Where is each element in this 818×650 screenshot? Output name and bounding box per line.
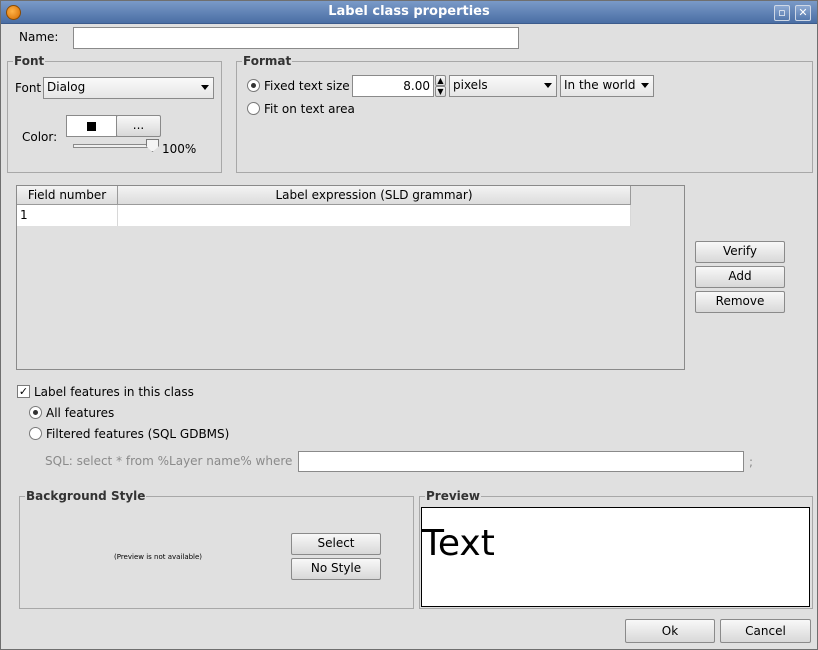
close-icon[interactable]: ✕: [795, 5, 811, 21]
reference-select[interactable]: In the world: [560, 75, 654, 97]
font-group-title: Font: [13, 54, 46, 68]
preview-canvas: Text: [421, 507, 810, 607]
filtered-features-radio[interactable]: [29, 427, 42, 440]
color-sample: [87, 122, 96, 131]
opacity-slider[interactable]: [73, 144, 153, 148]
filtered-features-label: Filtered features (SQL GDBMS): [46, 427, 230, 441]
spinner-up-icon[interactable]: ▲: [435, 75, 446, 86]
background-preview-note: (Preview is not available): [114, 553, 203, 561]
background-style-title: Background Style: [25, 489, 147, 503]
font-select[interactable]: Dialog: [43, 77, 214, 99]
window-title: Label class properties: [328, 4, 490, 19]
chevron-down-icon: [544, 83, 552, 88]
units-select[interactable]: pixels: [449, 75, 557, 97]
fixed-size-label: Fixed text size: [264, 79, 350, 93]
text-size-input[interactable]: 8.00: [352, 75, 434, 97]
reference-select-value: In the world: [564, 78, 636, 92]
color-picker-button[interactable]: ...: [116, 115, 161, 137]
all-features-label: All features: [46, 406, 115, 420]
table-cell-expression[interactable]: [118, 205, 631, 226]
table-header-label-expression[interactable]: Label expression (SLD grammar): [118, 186, 631, 205]
label-expression-table[interactable]: Field number Label expression (SLD gramm…: [16, 185, 685, 370]
preview-text: Text: [422, 523, 495, 564]
color-swatch[interactable]: [66, 115, 117, 137]
verify-button[interactable]: Verify: [695, 241, 785, 263]
name-input[interactable]: [73, 27, 519, 49]
font-select-value: Dialog: [47, 80, 86, 94]
select-style-button[interactable]: Select: [291, 533, 381, 555]
maximize-icon[interactable]: ▫: [774, 5, 790, 21]
color-label: Color:: [22, 130, 58, 144]
preview-title: Preview: [425, 489, 482, 503]
ok-button[interactable]: Ok: [625, 619, 715, 643]
label-features-label: Label features in this class: [34, 385, 194, 399]
font-label: Font: [15, 81, 42, 95]
no-style-button[interactable]: No Style: [291, 558, 381, 580]
add-button[interactable]: Add: [695, 266, 785, 288]
name-label: Name:: [19, 30, 59, 44]
table-cell-field[interactable]: 1: [17, 205, 118, 226]
fixed-size-radio[interactable]: [247, 79, 260, 92]
sql-end: ;: [749, 455, 754, 469]
title-bar[interactable]: Label class properties ▫ ✕: [1, 1, 817, 24]
cancel-button[interactable]: Cancel: [720, 619, 811, 643]
all-features-radio[interactable]: [29, 406, 42, 419]
label-features-checkbox[interactable]: ✓: [17, 385, 30, 398]
chevron-down-icon: [641, 83, 649, 88]
opacity-value: 100%: [162, 142, 197, 156]
chevron-down-icon: [201, 85, 209, 90]
dialog-window: Label class properties ▫ ✕ Name: Font Fo…: [0, 0, 818, 650]
units-select-value: pixels: [453, 78, 488, 92]
spinner-down-icon[interactable]: ▼: [435, 86, 446, 97]
remove-button[interactable]: Remove: [695, 291, 785, 313]
table-header-field-number[interactable]: Field number: [17, 186, 118, 205]
sql-where-input[interactable]: [298, 451, 744, 472]
fit-text-label: Fit on text area: [264, 102, 355, 116]
fit-text-radio[interactable]: [247, 102, 260, 115]
sql-label: SQL: select * from %Layer name% where: [45, 454, 293, 468]
format-group-title: Format: [242, 54, 293, 68]
